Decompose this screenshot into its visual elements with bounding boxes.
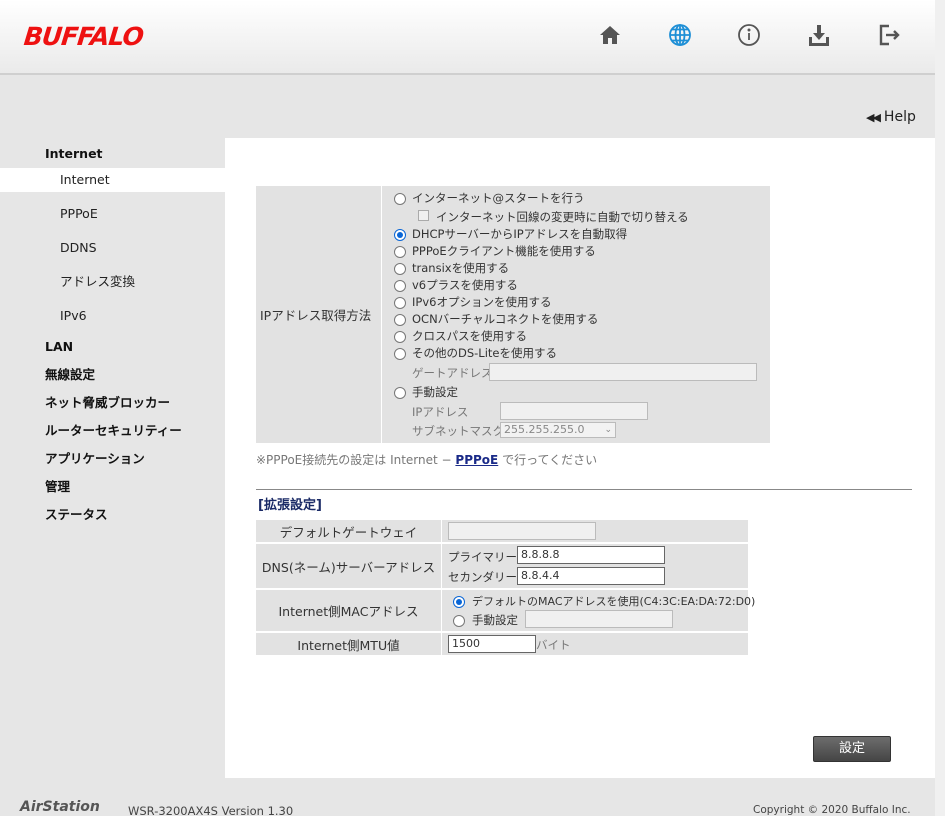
sidebar-section-lan[interactable]: LAN	[0, 333, 225, 361]
chevron-down-icon: ⌄	[604, 425, 612, 435]
pppoe-note: ※PPPoE接続先の設定は Internet − PPPoE で行ってください	[256, 451, 597, 468]
primary-dns-input[interactable]: 8.8.8.8	[517, 546, 665, 564]
sidebar-section-wireless[interactable]: 無線設定	[0, 361, 225, 389]
mtu-label: Internet側MTU値	[256, 633, 442, 655]
radio-cross-pass[interactable]	[394, 331, 406, 343]
ip-address-input[interactable]	[500, 402, 648, 420]
option-manual: 手動設定	[412, 385, 458, 399]
download-icon[interactable]	[806, 22, 832, 48]
sidebar-item-address-translation[interactable]: アドレス変換	[0, 265, 225, 299]
mac-label: Internet側MACアドレス	[256, 590, 442, 631]
pppoe-link[interactable]: PPPoE	[455, 453, 498, 467]
secondary-dns-label: セカンダリー:	[448, 570, 521, 584]
sidebar: Internet Internet PPPoE DDNS アドレス変換 IPv6…	[0, 140, 225, 529]
main-content: IPアドレス取得方法 インターネット@スタートを行う インターネット回線の変更時…	[225, 138, 935, 778]
ip-address-label: IPアドレス	[412, 405, 469, 419]
mtu-input[interactable]: 1500	[448, 635, 536, 653]
secondary-dns-input[interactable]: 8.8.4.4	[517, 567, 665, 585]
sidebar-section-applications[interactable]: アプリケーション	[0, 445, 225, 473]
radio-mac-manual[interactable]	[453, 615, 465, 627]
gateway-address-input[interactable]	[489, 363, 757, 381]
logout-icon[interactable]	[876, 22, 902, 48]
default-gateway-label: デフォルトゲートウェイ	[256, 520, 442, 542]
sidebar-item-pppoe[interactable]: PPPoE	[0, 197, 225, 231]
option-ipv6-option: IPv6オプションを使用する	[412, 295, 552, 309]
gateway-address-label: ゲートアドレス	[412, 366, 493, 380]
default-gateway-input[interactable]	[448, 522, 596, 540]
window-scrollbar[interactable]	[935, 0, 945, 816]
home-icon[interactable]	[597, 22, 623, 48]
option-dhcp: DHCPサーバーからIPアドレスを自動取得	[412, 227, 628, 241]
extended-settings-title: [拡張設定]	[258, 498, 322, 513]
mtu-row: Internet側MTU値 1500 バイト	[256, 633, 748, 655]
copyright: Copyright © 2020 Buffalo Inc.	[753, 804, 911, 816]
radio-dhcp[interactable]	[394, 229, 406, 241]
mac-default-label: デフォルトのMACアドレスを使用(C4:3C:EA:DA:72:D0)	[472, 595, 756, 608]
option-other-ds-lite: その他のDS-Liteを使用する	[412, 346, 557, 360]
subnet-mask-select[interactable]: 255.255.255.0 ⌄	[500, 422, 616, 438]
radio-internet-start[interactable]	[394, 193, 406, 205]
option-internet-start: インターネット@スタートを行う	[412, 191, 585, 205]
apply-button[interactable]: 設定	[813, 736, 891, 762]
ip-method-label: IPアドレス取得方法	[256, 186, 382, 443]
radio-ipv6-option[interactable]	[394, 297, 406, 309]
info-icon[interactable]	[736, 22, 762, 48]
radio-manual[interactable]	[394, 387, 406, 399]
mac-row: Internet側MACアドレス デフォルトのMACアドレスを使用(C4:3C:…	[256, 590, 755, 631]
header-bar: BUFFALO	[0, 0, 935, 75]
default-gateway-row: デフォルトゲートウェイ	[256, 520, 748, 542]
note-suffix: で行ってください	[498, 453, 598, 467]
model-version: WSR-3200AX4S Version 1.30	[128, 804, 294, 816]
note-prefix: ※PPPoE接続先の設定は Internet −	[256, 453, 456, 467]
subnet-mask-value: 255.255.255.0	[504, 423, 585, 436]
rewind-icon: ◀◀	[866, 111, 881, 124]
mtu-unit: バイト	[536, 638, 571, 652]
radio-mac-default[interactable]	[453, 596, 465, 608]
radio-pppoe-client[interactable]	[394, 246, 406, 258]
option-transix: transixを使用する	[412, 261, 510, 275]
auto-switch-checkbox[interactable]	[418, 210, 429, 221]
option-cross-pass: クロスパスを使用する	[412, 329, 527, 343]
dns-row: DNS(ネーム)サーバーアドレス プライマリー: 8.8.8.8 セカンダリー:…	[256, 544, 748, 588]
option-v6plus: v6プラスを使用する	[412, 278, 518, 292]
ip-method-form: IPアドレス取得方法 インターネット@スタートを行う インターネット回線の変更時…	[256, 186, 770, 443]
section-divider	[256, 489, 912, 490]
radio-other-ds-lite[interactable]	[394, 348, 406, 360]
mac-manual-input[interactable]	[525, 610, 673, 628]
buffalo-logo: BUFFALO	[22, 22, 145, 51]
radio-v6plus[interactable]	[394, 280, 406, 292]
radio-transix[interactable]	[394, 263, 406, 275]
footer: AirStation WSR-3200AX4S Version 1.30 Cop…	[0, 796, 935, 816]
sidebar-item-ipv6[interactable]: IPv6	[0, 299, 225, 333]
primary-dns-label: プライマリー:	[448, 550, 521, 564]
option-ocn-virtual-connect: OCNバーチャルコネクトを使用する	[412, 312, 599, 326]
auto-switch-label: インターネット回線の変更時に自動で切り替える	[436, 210, 689, 224]
subnet-mask-label: サブネットマスク	[412, 424, 504, 438]
sidebar-section-internet[interactable]: Internet	[0, 140, 225, 168]
sidebar-section-management[interactable]: 管理	[0, 473, 225, 501]
radio-ocn-virtual-connect[interactable]	[394, 314, 406, 326]
sidebar-item-ddns[interactable]: DDNS	[0, 231, 225, 265]
sidebar-item-internet[interactable]: Internet	[0, 168, 225, 192]
dns-label: DNS(ネーム)サーバーアドレス	[256, 544, 442, 588]
help-link[interactable]: ◀◀ Help	[866, 109, 916, 125]
globe-icon[interactable]	[667, 22, 693, 48]
sidebar-section-router-security[interactable]: ルーターセキュリティー	[0, 417, 225, 445]
sidebar-section-status[interactable]: ステータス	[0, 501, 225, 529]
option-pppoe-client: PPPoEクライアント機能を使用する	[412, 244, 596, 258]
sidebar-section-threat-blocker[interactable]: ネット脅威ブロッカー	[0, 389, 225, 417]
help-label: Help	[883, 109, 916, 125]
mac-manual-label: 手動設定	[472, 613, 518, 627]
airstation-logo: AirStation	[20, 799, 100, 815]
